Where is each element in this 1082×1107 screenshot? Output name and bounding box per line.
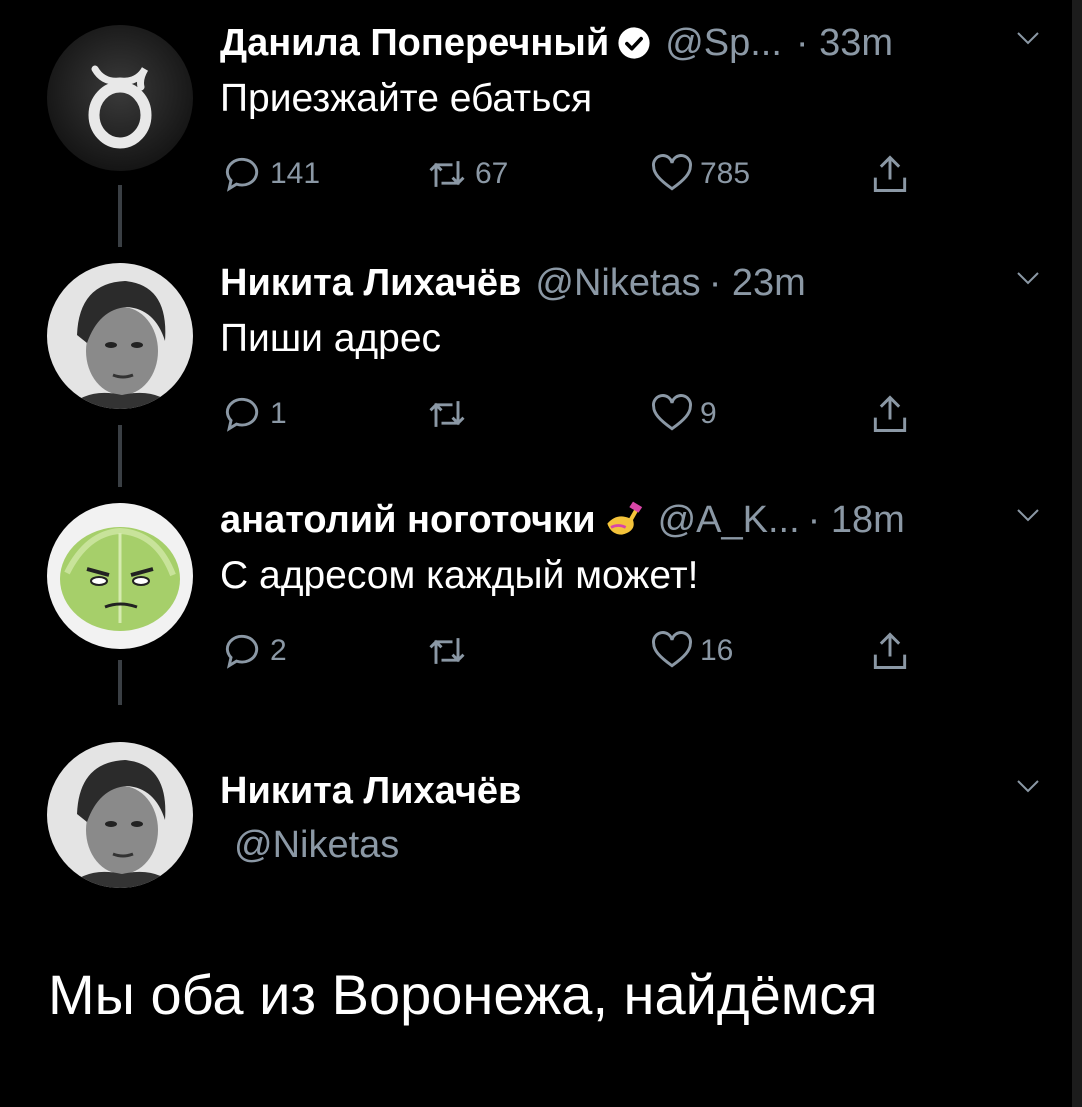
avatar-cabbage[interactable] [47, 503, 193, 649]
share-button[interactable] [868, 629, 912, 673]
author-name[interactable]: анатолий ноготочки [220, 499, 596, 542]
chevron-down-icon[interactable] [1016, 507, 1040, 523]
timestamp[interactable]: · 23m [709, 262, 806, 305]
tweet-text: Приезжайте ебаться [220, 77, 593, 120]
tweet-text: Пиши адрес [220, 317, 442, 360]
screen-edge [1072, 0, 1082, 1107]
author-handle[interactable]: @Sp... [665, 22, 782, 65]
author-name[interactable]: Никита Лихачёв [220, 262, 521, 305]
retweet-button[interactable] [425, 392, 475, 436]
like-count: 16 [700, 634, 734, 667]
retweet-count: 67 [475, 157, 509, 190]
reply-icon [225, 157, 259, 192]
tweet-text: С адресом каждый может! [220, 554, 699, 597]
reply-button[interactable]: 2 [220, 629, 287, 673]
retweet-button[interactable] [425, 629, 475, 673]
author-name[interactable]: Данила Поперечный [220, 22, 609, 65]
nail-polish-emoji-icon [606, 501, 642, 535]
heart-icon [652, 394, 692, 431]
like-count: 785 [700, 157, 751, 190]
tweet-3[interactable]: анатолий ноготочки @A_K... · 18m С адрес… [220, 497, 1040, 679]
avatar-danila[interactable] [47, 25, 193, 171]
chevron-down-icon[interactable] [1016, 30, 1040, 46]
timestamp[interactable]: · 33m [796, 22, 893, 65]
thread-line [118, 660, 122, 705]
author-name[interactable]: Никита Лихачёв [220, 770, 521, 813]
reply-button[interactable]: 141 [220, 152, 320, 196]
avatar-nikita-main[interactable] [47, 742, 193, 888]
like-button[interactable]: 785 [650, 152, 750, 196]
author-handle[interactable]: @Niketas [234, 824, 1040, 867]
timestamp[interactable]: · 18m [808, 499, 905, 542]
share-icon [873, 395, 907, 432]
main-tweet-header[interactable]: Никита Лихачёв @Niketas [220, 768, 1040, 867]
retweet-icon [429, 161, 465, 187]
reply-count: 141 [270, 157, 321, 190]
author-handle[interactable]: @A_K... [658, 499, 800, 542]
reply-count: 2 [270, 634, 287, 667]
share-icon [873, 632, 907, 669]
chevron-down-icon[interactable] [1016, 778, 1040, 794]
share-button[interactable] [868, 152, 912, 196]
share-icon [873, 155, 907, 192]
heart-icon [652, 154, 692, 191]
main-tweet-text: Мы оба из Воронежа, найдёмся [48, 963, 878, 1026]
heart-icon [652, 631, 692, 668]
share-button[interactable] [868, 392, 912, 436]
author-handle[interactable]: @Niketas [535, 262, 700, 305]
tweet-1[interactable]: Данила Поперечный @Sp... · 33m Приезжайт… [220, 20, 1040, 202]
like-button[interactable]: 9 [650, 392, 717, 436]
like-button[interactable]: 16 [650, 629, 733, 673]
reply-count: 1 [270, 397, 287, 430]
retweet-icon [429, 401, 465, 427]
like-count: 9 [700, 397, 717, 430]
thread-line [118, 185, 122, 247]
reply-icon [225, 634, 259, 669]
tweet-2[interactable]: Никита Лихачёв @Niketas · 23m Пиши адрес… [220, 260, 1040, 442]
retweet-button[interactable]: 67 [425, 152, 508, 196]
verified-badge-icon [618, 27, 650, 59]
thread-line [118, 425, 122, 487]
avatar-nikita[interactable] [47, 263, 193, 409]
reply-button[interactable]: 1 [220, 392, 287, 436]
chevron-down-icon[interactable] [1016, 270, 1040, 286]
reply-icon [225, 397, 259, 432]
retweet-icon [429, 638, 465, 664]
